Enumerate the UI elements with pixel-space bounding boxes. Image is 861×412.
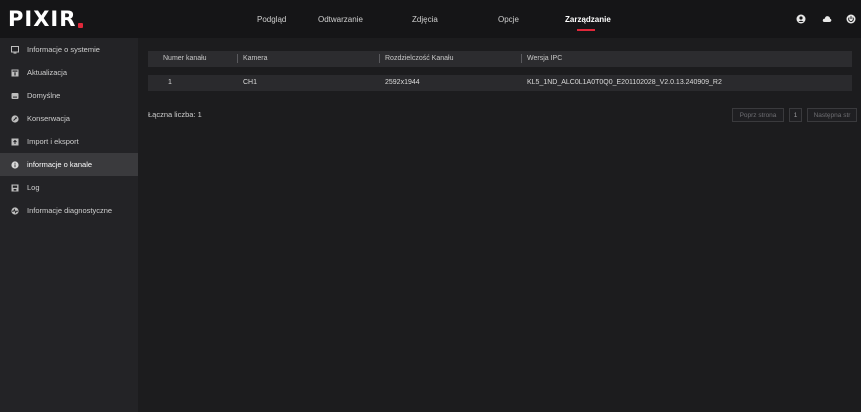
sidebar-item-channel-info[interactable]: informacje o kanale (0, 153, 138, 176)
cloud-icon[interactable] (822, 14, 832, 24)
next-page-button[interactable]: Następna str (807, 108, 857, 122)
diagnostics-icon (11, 206, 19, 215)
cell-camera: CH1 (243, 79, 258, 86)
upgrade-icon (11, 69, 19, 77)
column-divider (379, 54, 380, 63)
sidebar-item-defaults[interactable]: Domyślne (0, 84, 138, 107)
sidebar-item-maintenance[interactable]: Konserwacja (0, 107, 138, 130)
total-count: Łączna liczba: 1 (148, 110, 202, 119)
column-divider (521, 54, 522, 63)
channel-info-panel: Numer kanału Kamera Rozdzielczość Kanału… (138, 38, 861, 412)
column-header-ipc-version: Wersja IPC (527, 55, 563, 62)
sidebar-item-label: Aktualizacja (27, 68, 68, 77)
nav-tab-live[interactable]: Podgląd (257, 15, 286, 24)
top-bar: PIXIR Podgląd Odtwarzanie Zdjęcia Opcje … (0, 0, 861, 38)
import-export-icon (11, 138, 19, 146)
sidebar-item-label: informacje o kanale (27, 160, 93, 169)
maintenance-icon (11, 114, 19, 123)
nav-tab-pictures[interactable]: Zdjęcia (412, 15, 438, 24)
sidebar-item-upgrade[interactable]: Aktualizacja (0, 61, 138, 84)
info-icon (11, 160, 19, 169)
column-header-camera: Kamera (243, 55, 268, 62)
sidebar-item-label: Informacje o systemie (27, 45, 100, 54)
main-nav: Podgląd Odtwarzanie Zdjęcia Opcje Zarząd… (0, 0, 861, 38)
table-row[interactable]: 1 CH1 2592x1944 KL5_1ND_ALC0L1A0T0Q0_E20… (148, 75, 852, 91)
user-icon[interactable] (796, 14, 806, 24)
table-header: Numer kanału Kamera Rozdzielczość Kanału… (148, 51, 852, 67)
nav-active-indicator (577, 29, 595, 31)
sidebar: Informacje o systemie Aktualizacja Domyś… (0, 38, 138, 412)
sidebar-item-label: Konserwacja (27, 114, 70, 123)
column-header-channel-number: Numer kanału (163, 55, 207, 62)
monitor-icon (11, 45, 19, 54)
cell-ipc-version: KL5_1ND_ALC0L1A0T0Q0_E201102028_V2.0.13.… (527, 79, 722, 86)
sidebar-item-log[interactable]: Log (0, 176, 138, 199)
nav-tab-playback[interactable]: Odtwarzanie (318, 15, 363, 24)
cell-resolution: 2592x1944 (385, 79, 420, 86)
nav-tab-management[interactable]: Zarządzanie (565, 15, 611, 24)
cell-channel-number: 1 (168, 79, 172, 86)
sidebar-item-system-info[interactable]: Informacje o systemie (0, 38, 138, 61)
log-icon (11, 184, 19, 192)
sidebar-item-label: Import i eksport (27, 137, 79, 146)
sidebar-item-diagnostics[interactable]: Informacje diagnostyczne (0, 199, 138, 222)
prev-page-button[interactable]: Poprz strona (732, 108, 784, 122)
sidebar-item-import-export[interactable]: Import i eksport (0, 130, 138, 153)
column-header-resolution: Rozdzielczość Kanału (385, 55, 454, 62)
page-number: 1 (789, 108, 802, 122)
sidebar-item-label: Log (27, 183, 40, 192)
default-icon (11, 92, 19, 100)
sidebar-item-label: Informacje diagnostyczne (27, 206, 113, 215)
sidebar-item-label: Domyślne (27, 91, 61, 100)
power-icon[interactable] (846, 14, 856, 24)
nav-tab-options[interactable]: Opcje (498, 15, 519, 24)
column-divider (237, 54, 238, 63)
